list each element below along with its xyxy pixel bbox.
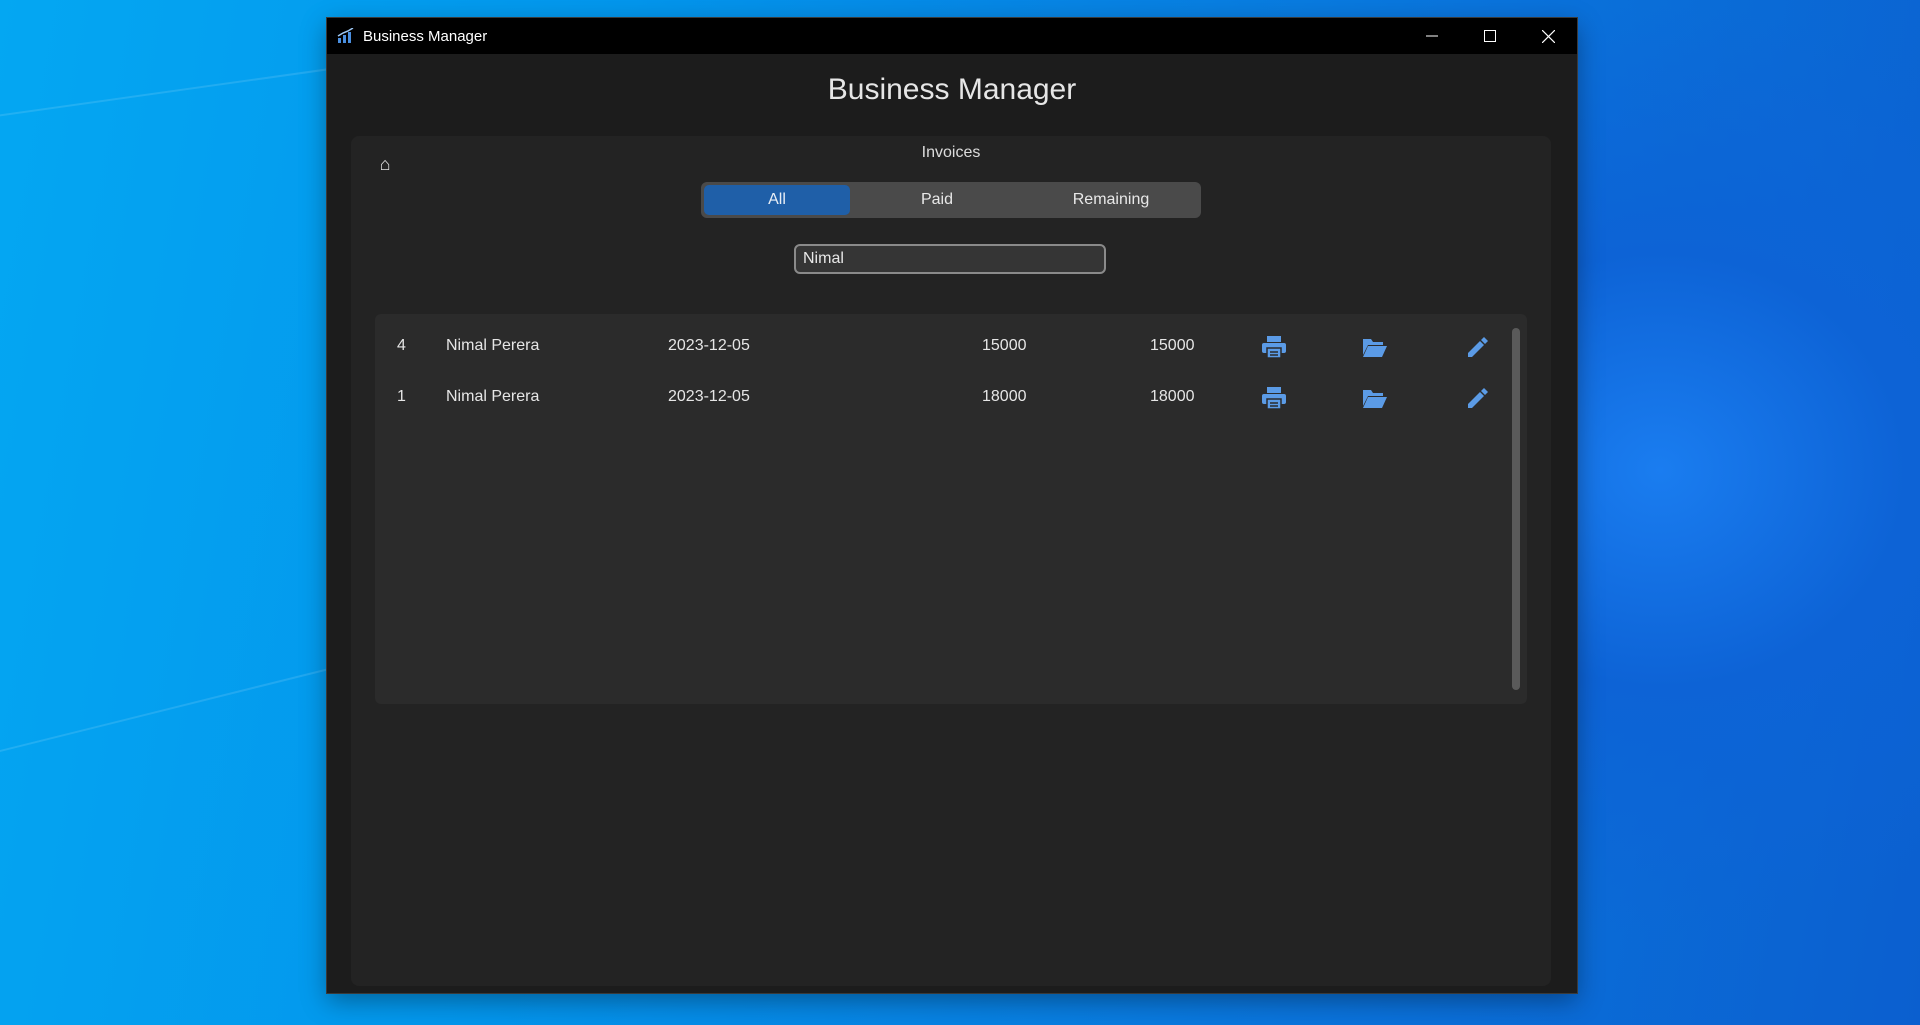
maximize-icon [1484,30,1496,42]
search-input[interactable] [794,244,1106,274]
print-icon [1262,387,1286,410]
title-bar[interactable]: Business Manager [327,18,1577,54]
invoice-list: 4 Nimal Perera 2023-12-05 15000 15000 1 … [375,314,1527,704]
list-scrollbar[interactable] [1512,328,1520,690]
edit-button[interactable] [1464,384,1492,412]
tab-all[interactable]: All [704,185,850,215]
print-button[interactable] [1260,333,1288,361]
invoice-customer: Nimal Perera [446,337,540,354]
tab-remaining[interactable]: Remaining [1024,185,1198,215]
chart-icon [337,27,355,44]
invoice-date: 2023-12-05 [668,337,750,354]
invoice-remaining: 15000 [1150,337,1195,354]
print-icon [1262,336,1286,359]
print-button[interactable] [1260,384,1288,412]
invoice-filter-tabs: All Paid Remaining [701,182,1201,218]
minimize-icon [1426,35,1438,37]
maximize-button[interactable] [1461,18,1519,54]
edit-button[interactable] [1464,333,1492,361]
app-title: Business Manager [827,73,1077,106]
pencil-icon [1468,337,1488,357]
close-button[interactable] [1519,18,1577,54]
minimize-button[interactable] [1403,18,1461,54]
folder-open-icon [1363,339,1387,357]
section-title: Invoices [921,144,981,161]
invoice-row: 4 Nimal Perera 2023-12-05 15000 15000 [375,321,1505,371]
invoice-id: 4 [397,337,406,354]
invoices-panel: ⌂ Invoices All Paid Remaining 4 Nimal Pe… [351,136,1551,986]
tab-paid[interactable]: Paid [850,185,1024,215]
app-window: Business Manager Business Manager ⌂ Invo… [327,18,1577,993]
invoice-date: 2023-12-05 [668,388,750,405]
invoice-total: 15000 [982,337,1027,354]
open-folder-button[interactable] [1361,333,1389,361]
invoice-id: 1 [397,388,406,405]
window-title: Business Manager [363,27,488,45]
invoice-total: 18000 [982,388,1027,405]
open-folder-button[interactable] [1361,384,1389,412]
pencil-icon [1468,388,1488,408]
folder-open-icon [1363,390,1387,408]
invoice-remaining: 18000 [1150,388,1195,405]
close-icon [1541,29,1555,43]
window-controls [1403,18,1577,54]
invoice-row: 1 Nimal Perera 2023-12-05 18000 18000 [375,372,1505,422]
invoice-customer: Nimal Perera [446,388,540,405]
